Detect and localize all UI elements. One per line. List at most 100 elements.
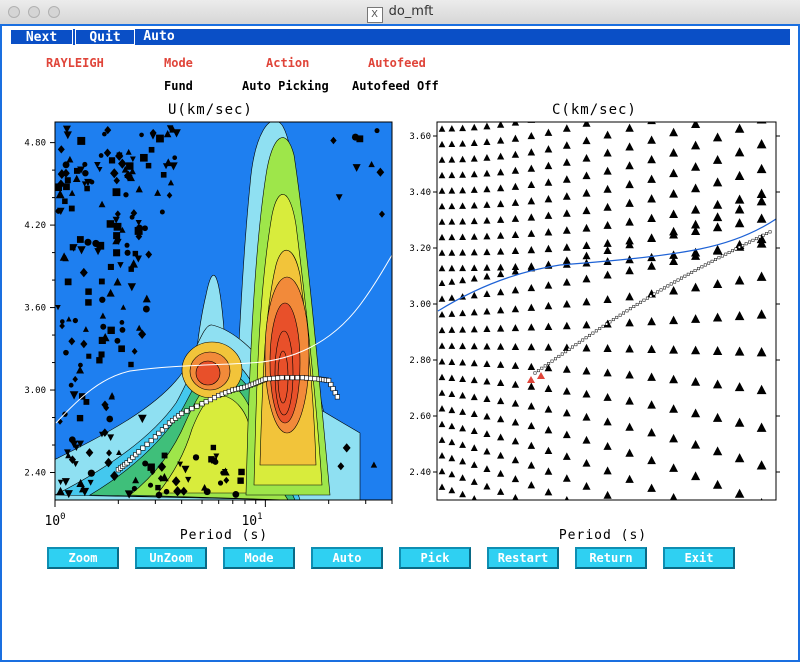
picked-phase-point <box>710 259 714 263</box>
picked-phase-point <box>543 364 547 368</box>
maxima-marker <box>87 469 95 477</box>
maxima-marker <box>76 236 84 243</box>
picked-phase-point <box>748 240 752 244</box>
picked-phase-point <box>690 270 694 274</box>
y-tick-label: 3.00 <box>24 386 46 396</box>
maxima-marker <box>374 128 380 134</box>
maxima-marker <box>84 238 92 246</box>
picked-phase-point <box>571 345 574 349</box>
group-velocity-plot[interactable]: 4.80 4.20 3.60 3.00 2.40 100 101 Period (s) <box>0 115 420 545</box>
x-tick-label-1: 100 <box>44 512 65 529</box>
picked-phase-point <box>727 250 731 254</box>
picked-phase-point <box>547 362 551 365</box>
mode-label: Mode <box>164 56 193 70</box>
picked-point <box>312 376 318 382</box>
maxima-marker <box>72 317 78 324</box>
maxima-marker <box>112 188 121 197</box>
autofeed-value: Autofeed Off <box>352 79 439 93</box>
picked-point <box>262 376 268 382</box>
auto-menu-button[interactable]: Auto <box>136 29 182 45</box>
maxima-marker <box>63 183 70 191</box>
zoom-button[interactable]: Zoom <box>47 547 119 569</box>
picked-point <box>308 375 314 381</box>
maxima-marker <box>76 414 84 422</box>
phase-velocity-plot[interactable]: 3.60 3.40 3.20 3.00 2.80 2.60 2.40 Period (s) <box>400 115 800 545</box>
picked-phase-point <box>768 230 772 234</box>
maxima-marker <box>192 454 200 461</box>
picked-point <box>140 445 146 451</box>
picked-phase-point <box>618 313 622 317</box>
picked-point <box>203 399 209 405</box>
action-label: Action <box>266 56 310 70</box>
picked-phase-point <box>540 366 544 370</box>
auto-button[interactable]: Auto <box>311 547 383 569</box>
picked-phase-point <box>656 290 660 294</box>
maxima-marker <box>85 288 92 295</box>
maxima-marker <box>159 209 165 215</box>
maxima-marker <box>124 242 130 248</box>
picked-phase-point <box>635 302 639 306</box>
picked-phase-point <box>615 315 619 319</box>
pick-button[interactable]: Pick <box>399 547 471 569</box>
picked-point <box>212 395 218 401</box>
mode-button[interactable]: Mode <box>223 547 295 569</box>
picked-phase-point <box>717 256 721 260</box>
maxima-marker <box>142 225 148 232</box>
maxima-marker <box>68 205 75 212</box>
maxima-marker <box>102 131 107 137</box>
picked-phase-point <box>560 352 564 356</box>
maxima-marker <box>114 337 121 344</box>
maxima-marker <box>172 155 178 161</box>
maxima-marker <box>64 278 72 286</box>
maxima-marker <box>124 249 131 256</box>
picked-phase-point <box>628 307 632 311</box>
y-tick-label: 3.20 <box>409 244 431 254</box>
maxima-marker <box>148 146 155 153</box>
picked-phase-point <box>574 343 578 347</box>
maxima-marker <box>136 224 143 232</box>
picked-point <box>326 377 332 383</box>
exit-button[interactable]: Exit <box>663 547 735 569</box>
maxima-marker <box>116 152 123 158</box>
branch-marker <box>647 122 656 125</box>
maxima-marker <box>156 134 164 143</box>
maxima-marker <box>98 351 105 358</box>
picked-phase-point <box>564 350 568 354</box>
left-x-axis-label: Period (s) <box>180 528 268 543</box>
y-tick-label: 4.80 <box>24 139 46 149</box>
maxima-marker <box>107 263 114 270</box>
next-button[interactable]: Next <box>10 29 73 45</box>
unzoom-button[interactable]: UnZoom <box>135 547 207 569</box>
y-tick-label: 2.80 <box>409 356 431 366</box>
picked-point <box>189 406 195 412</box>
picked-phase-point <box>751 238 755 242</box>
quit-button[interactable]: Quit <box>75 29 135 45</box>
picked-phase-point <box>734 247 738 251</box>
restart-button[interactable]: Restart <box>487 547 559 569</box>
maxima-marker <box>155 484 161 491</box>
maxima-marker <box>98 153 104 158</box>
y-tick-label: 4.20 <box>24 221 46 231</box>
picked-phase-point <box>591 331 595 335</box>
maxima-marker <box>155 491 163 499</box>
maxima-marker <box>55 183 62 192</box>
picked-point <box>299 375 305 381</box>
picked-phase-point <box>594 329 598 333</box>
return-button[interactable]: Return <box>575 547 647 569</box>
picked-phase-point <box>611 318 615 322</box>
maxima-marker <box>145 162 152 169</box>
maxima-marker <box>85 299 92 306</box>
y-tick-label: 2.60 <box>409 412 431 422</box>
maxima-marker <box>55 208 62 214</box>
maxima-marker <box>212 458 219 465</box>
picked-phase-point <box>724 252 728 256</box>
maxima-marker <box>62 161 70 169</box>
picked-phase-point <box>744 242 748 246</box>
maxima-marker <box>139 132 144 138</box>
picked-phase-point <box>588 333 591 337</box>
picked-phase-point <box>659 288 663 292</box>
picked-point <box>207 397 213 403</box>
picked-phase-point <box>581 338 585 342</box>
maxima-marker <box>238 468 245 476</box>
picked-phase-point <box>703 263 707 267</box>
